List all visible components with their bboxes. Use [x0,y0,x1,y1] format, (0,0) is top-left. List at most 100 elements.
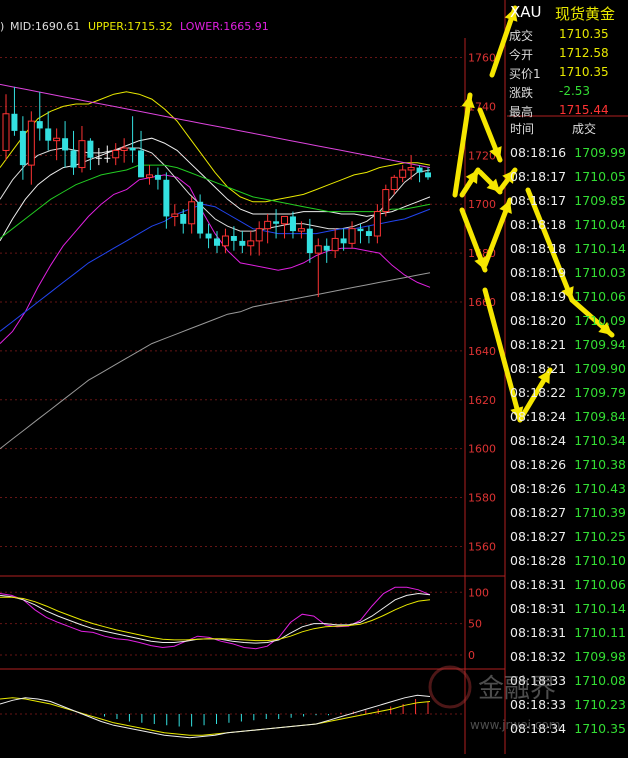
candle-body [425,172,431,178]
trade-price: 1710.03 [574,265,626,280]
candle-body [138,150,145,178]
osc-tick-label: 50 [468,618,482,631]
candle-body [36,121,43,129]
quote-field-label: 买价1 [509,67,541,81]
candle-body [340,238,347,244]
trade-time: 08:18:20 [510,313,567,328]
trade-time: 08:18:21 [510,337,567,352]
watermark-text: 金融界 [478,674,556,704]
watermark-url: www.jrwei.com [470,718,560,732]
candle-body [289,216,296,232]
candle-body [62,138,69,151]
trade-row: 08:18:28 1710.10 [510,553,628,577]
candle-body [264,220,272,230]
candle-body [188,201,196,225]
trade-row: 08:18:24 1710.34 [510,433,628,457]
candle-body [129,148,136,151]
candle-body [95,157,102,159]
osc-line [0,592,431,644]
trade-row: 08:18:22 1709.79 [510,385,628,409]
candle-body [87,140,94,158]
quote-field-value: 1710.35 [559,65,609,79]
quote-title: XAU 现货黄金 [507,3,628,25]
trade-row: 08:18:19 1710.06 [510,289,628,313]
trade-time: 08:18:31 [510,601,567,616]
trade-row: 08:18:27 1710.25 [510,529,628,553]
trade-time: 08:18:19 [510,265,567,280]
candle-body [70,150,77,168]
indicator-line [0,164,431,239]
candle-body [314,245,322,254]
trade-row: 08:18:20 1710.09 [510,313,628,337]
trade-price: 1710.25 [574,529,626,544]
trade-price: 1709.85 [574,193,626,208]
arrow-up-1 [452,92,473,198]
quote-field-value: 1712.58 [559,46,609,60]
candle-body [365,231,372,236]
trade-price: 1710.43 [574,481,626,496]
trade-price: 1710.11 [574,625,626,640]
candle-body [180,214,187,224]
quote-field-row: 买价1 1710.35 [507,65,628,84]
trade-price: 1710.38 [574,457,626,472]
candle-body [255,228,263,242]
trade-row: 08:18:31 1710.14 [510,601,628,625]
candle-body [120,147,128,151]
candle-body [11,113,18,131]
watermark-logo-icon: 金融界 www.jrwei.com [428,665,560,732]
candle-body [357,228,364,232]
candle-body [112,149,120,159]
candle-body [331,237,339,252]
osc-tick-label: 100 [468,586,489,599]
candle-body [297,228,305,232]
quote-field-row: 涨跌 -2.53 [507,84,628,103]
candle-body [281,215,289,225]
quote-field-label: 成交 [509,29,534,43]
candle-body [197,201,204,234]
trade-time: 08:18:26 [510,457,567,472]
candle-body [230,236,237,241]
price-tick-label: 1580 [468,492,496,505]
candle-body [306,228,313,254]
candle-body [221,235,229,247]
candle-body [205,233,212,239]
trade-time: 08:18:27 [510,505,567,520]
trade-price: 1710.05 [574,169,626,184]
trade-time: 08:18:18 [510,241,567,256]
trade-time: 08:18:27 [510,529,567,544]
trade-row: 08:18:17 1709.85 [510,193,628,217]
col-price-header: 成交 [572,122,597,136]
price-tick-label: 1700 [468,198,496,211]
trade-row: 08:18:16 1709.99 [510,145,628,169]
candle-body [273,221,280,224]
trade-row: 08:18:31 1710.11 [510,625,628,649]
trade-row: 08:18:26 1710.38 [510,457,628,481]
header-mid: MID:1690.61 [10,20,81,33]
trade-row: 08:18:27 1710.39 [510,505,628,529]
trade-row: 08:18:19 1710.03 [510,265,628,289]
trade-time: 08:18:19 [510,289,567,304]
trade-time: 08:18:24 [510,409,567,424]
trade-price: 1710.14 [574,601,626,616]
quote-field-value: 1710.35 [559,27,609,41]
trade-price: 1709.94 [574,337,626,352]
trade-time: 08:18:24 [510,433,567,448]
candle-body [382,189,390,213]
quote-field-row: 成交 1710.35 [507,27,628,46]
trade-time: 08:18:21 [510,361,567,376]
trade-price: 1710.34 [574,433,626,448]
trade-price: 1709.99 [574,145,626,160]
candle-body [45,128,52,141]
trade-price: 1710.09 [574,313,626,328]
indicator-line [0,272,431,450]
trade-price: 1709.79 [574,385,626,400]
trade-price: 1709.84 [574,409,626,424]
header-paren: ) [0,20,5,33]
candle-body [407,167,415,171]
trade-time: 08:18:26 [510,481,567,496]
trade-price: 1710.06 [574,577,626,592]
candle-body [163,179,170,217]
trade-row: 08:18:21 1709.94 [510,337,628,361]
trade-price: 1710.04 [574,217,626,232]
trade-row: 08:18:17 1710.05 [510,169,628,193]
